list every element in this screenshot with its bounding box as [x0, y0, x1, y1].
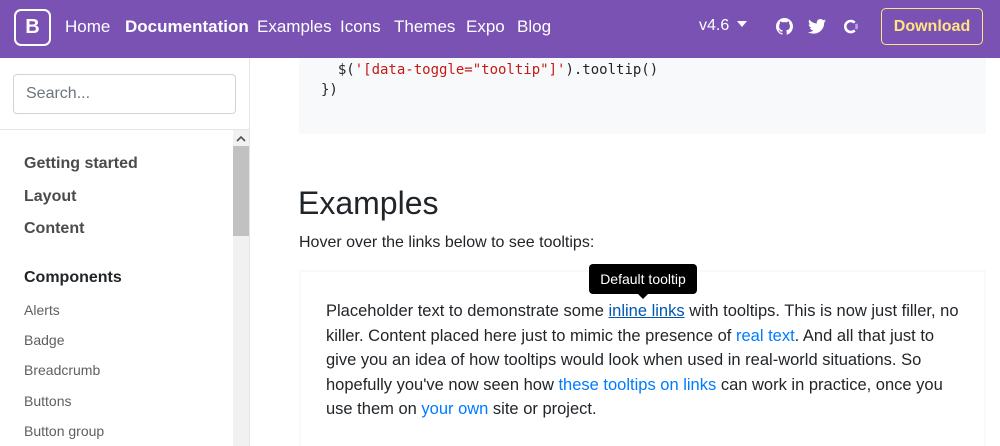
paragraph-text: Placeholder text to demonstrate some [326, 302, 609, 320]
nav-link-documentation[interactable]: Documentation [125, 17, 249, 37]
search-area: Search... [0, 58, 249, 130]
nav-link-examples[interactable]: Examples [257, 17, 332, 37]
scrollbar-thumb[interactable] [233, 146, 249, 236]
inline-links-link[interactable]: inline links [608, 302, 684, 320]
bootstrap-logo[interactable]: B [14, 9, 51, 46]
code-text: $( [321, 62, 355, 78]
tooltip: Default tooltip [589, 264, 697, 294]
paragraph-text: site or project. [488, 400, 597, 418]
code-text: ).tooltip() [565, 62, 659, 78]
version-label: v4.6 [699, 17, 730, 34]
scroll-up-arrow-icon[interactable] [233, 130, 249, 146]
github-icon[interactable] [773, 15, 795, 37]
sidebar: Search... Getting started Layout Content… [0, 58, 250, 446]
sidebar-item-badge[interactable]: Badge [24, 332, 64, 348]
sidebar-nav: Getting started Layout Content Component… [0, 131, 233, 446]
your-own-link[interactable]: your own [421, 400, 488, 418]
tooltips-on-links-link[interactable]: these tooltips on links [558, 376, 716, 394]
tooltip-arrow [637, 293, 649, 299]
search-input[interactable]: Search... [13, 74, 236, 114]
nav-link-expo[interactable]: Expo [466, 17, 505, 37]
example-paragraph: Placeholder text to demonstrate some inl… [326, 299, 966, 422]
nav-link-icons[interactable]: Icons [340, 17, 381, 37]
lead-text: Hover over the links below to see toolti… [299, 234, 595, 251]
twitter-icon[interactable] [806, 15, 828, 37]
sidebar-item-content[interactable]: Content [24, 220, 84, 238]
sidebar-item-buttons[interactable]: Buttons [24, 393, 71, 409]
sidebar-item-getting-started[interactable]: Getting started [24, 155, 138, 173]
code-line-2: }) [321, 82, 338, 98]
sidebar-item-layout[interactable]: Layout [24, 188, 76, 206]
section-heading: Examples [298, 185, 439, 221]
nav-link-home[interactable]: Home [65, 17, 110, 37]
opencollective-icon[interactable] [839, 15, 861, 37]
version-dropdown[interactable]: v4.6 [699, 17, 748, 35]
real-text-link[interactable]: real text [736, 327, 795, 345]
sidebar-item-alerts[interactable]: Alerts [24, 302, 60, 318]
code-snippet: $('[data-toggle="tooltip"]').tooltip() }… [299, 58, 986, 134]
code-string: '[data-toggle="tooltip"]' [354, 62, 566, 78]
nav-link-blog[interactable]: Blog [517, 17, 551, 37]
code-line-1: $('[data-toggle="tooltip"]').tooltip() [321, 62, 658, 78]
nav-link-themes[interactable]: Themes [394, 17, 455, 37]
sidebar-item-components[interactable]: Components [24, 269, 122, 287]
download-button[interactable]: Download [881, 8, 983, 45]
sidebar-item-breadcrumb[interactable]: Breadcrumb [24, 362, 100, 378]
sidebar-scrollbar[interactable] [233, 130, 249, 446]
chevron-down-icon [737, 21, 748, 27]
sidebar-item-button-group[interactable]: Button group [24, 423, 104, 439]
top-navbar: B Home Documentation Examples Icons Them… [0, 0, 1000, 58]
